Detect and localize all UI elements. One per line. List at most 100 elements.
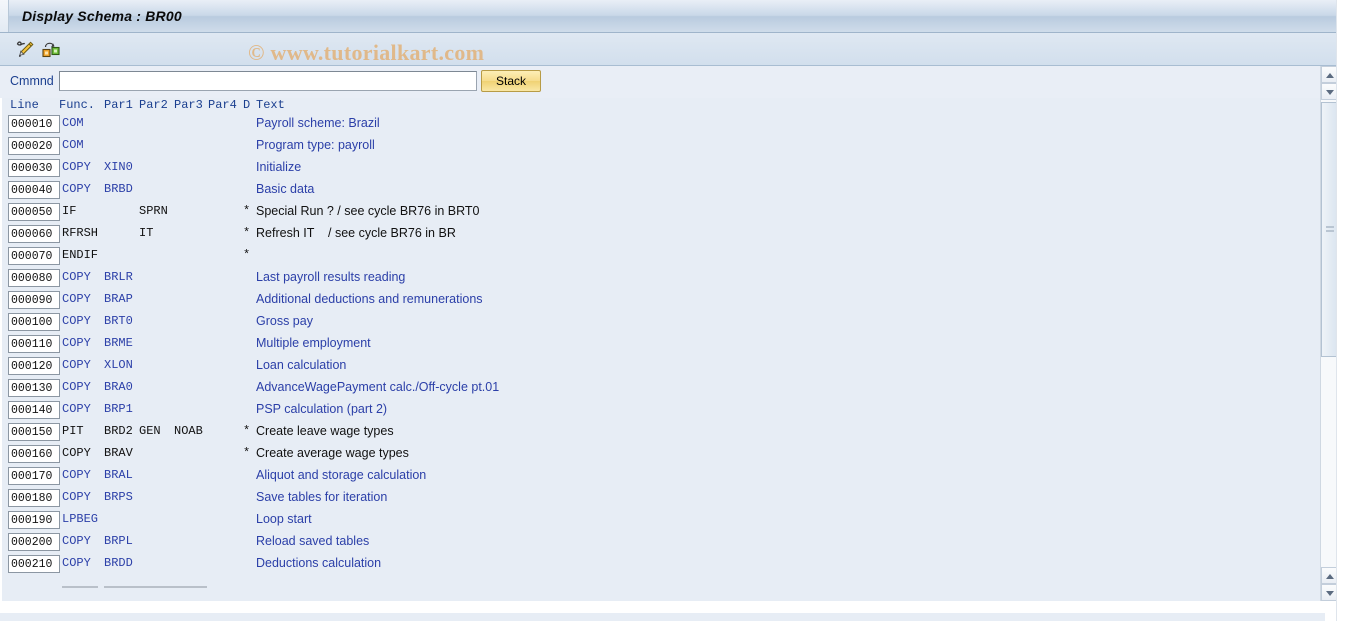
cell-func[interactable]: COPY [62, 380, 91, 394]
line-number-field[interactable]: 000110 [8, 335, 60, 353]
cell-par1[interactable]: BRD2 [104, 424, 133, 438]
cell-par1[interactable]: BRAP [104, 292, 133, 306]
line-number-field[interactable]: 000100 [8, 313, 60, 331]
cell-func[interactable]: COPY [62, 292, 91, 306]
command-input[interactable] [59, 71, 477, 91]
cell-text[interactable]: Initialize [256, 160, 301, 174]
cell-par1[interactable]: BRP1 [104, 402, 133, 416]
cell-par1[interactable]: BRAV [104, 446, 133, 460]
cell-text[interactable]: Basic data [256, 182, 314, 196]
cell-func[interactable]: COPY [62, 182, 91, 196]
table-row[interactable]: 000020 COM Program type: payroll [0, 136, 1325, 158]
cell-par1[interactable]: BRME [104, 336, 133, 350]
cell-func[interactable]: COPY [62, 446, 91, 460]
table-row[interactable]: 000170 COPY BRAL Aliquot and storage calcul… [0, 466, 1325, 488]
line-number-field[interactable]: 000090 [8, 291, 60, 309]
cell-d[interactable]: * [243, 446, 250, 460]
cell-text[interactable]: Multiple employment [256, 336, 371, 350]
table-row[interactable]: 000210 COPY BRDD Deductions calculation [0, 554, 1325, 576]
cell-text[interactable]: PSP calculation (part 2) [256, 402, 387, 416]
cell-text[interactable]: Last payroll results reading [256, 270, 405, 284]
table-row[interactable]: 000070 ENDIF * [0, 246, 1325, 268]
cell-func[interactable]: COPY [62, 270, 91, 284]
line-number-field[interactable]: 000060 [8, 225, 60, 243]
cell-par1[interactable]: BRPL [104, 534, 133, 548]
stack-button[interactable]: Stack [481, 70, 541, 92]
scroll-page-up-button[interactable] [1321, 567, 1337, 584]
cell-func[interactable]: COPY [62, 534, 91, 548]
cell-text[interactable]: Special Run ? / see cycle BR76 in BRT0 [256, 204, 480, 218]
cell-func[interactable]: COPY [62, 468, 91, 482]
line-number-field[interactable]: 000050 [8, 203, 60, 221]
cell-d[interactable]: * [243, 226, 250, 240]
cell-d[interactable]: * [243, 424, 250, 438]
line-number-field[interactable]: 000200 [8, 533, 60, 551]
table-row[interactable]: 000080 COPY BRLR Last payroll results readi… [0, 268, 1325, 290]
cell-par1[interactable]: BRBD [104, 182, 133, 196]
line-number-field[interactable]: 000080 [8, 269, 60, 287]
table-row[interactable]: 000090 COPY BRAP Additional deductions and … [0, 290, 1325, 312]
cell-par1[interactable]: BRAL [104, 468, 133, 482]
scroll-up-button[interactable] [1321, 66, 1337, 83]
line-number-field[interactable]: 000130 [8, 379, 60, 397]
cell-func[interactable]: RFRSH [62, 226, 98, 240]
line-number-field[interactable]: 000170 [8, 467, 60, 485]
cell-func[interactable]: COM [62, 138, 84, 152]
cell-par1[interactable]: BRA0 [104, 380, 133, 394]
cell-func[interactable]: IF [62, 204, 76, 218]
cell-text[interactable]: Gross pay [256, 314, 313, 328]
line-number-field[interactable]: 000190 [8, 511, 60, 529]
cell-text[interactable]: Aliquot and storage calculation [256, 468, 426, 482]
table-row[interactable]: 000060 RFRSH IT * Refresh IT / see cycle BR7… [0, 224, 1325, 246]
cell-text[interactable]: Create leave wage types [256, 424, 394, 438]
table-row[interactable]: 000100 COPY BRT0 Gross pay [0, 312, 1325, 334]
cell-par2[interactable]: SPRN [139, 204, 168, 218]
cell-func[interactable]: PIT [62, 424, 84, 438]
table-row[interactable]: 000190 LPBEG Loop start [0, 510, 1325, 532]
display-change-pencil-icon[interactable] [14, 38, 36, 60]
cell-par1[interactable]: BRLR [104, 270, 133, 284]
cell-par1[interactable]: BRDD [104, 556, 133, 570]
table-row[interactable]: 000030 COPY XIN0 Initialize [0, 158, 1325, 180]
cell-text[interactable]: Loop start [256, 512, 312, 526]
line-number-field[interactable]: 000140 [8, 401, 60, 419]
cell-text[interactable]: Create average wage types [256, 446, 409, 460]
scroll-page-down-button[interactable] [1321, 584, 1337, 601]
cell-d[interactable]: * [243, 248, 250, 262]
cell-par1[interactable]: BRT0 [104, 314, 133, 328]
cell-text[interactable]: Program type: payroll [256, 138, 375, 152]
cell-par1[interactable]: XIN0 [104, 160, 133, 174]
cell-text[interactable]: Additional deductions and remunerations [256, 292, 483, 306]
line-number-field[interactable]: 000160 [8, 445, 60, 463]
table-row[interactable]: 000130 COPY BRA0 AdvanceWagePayment calc./O… [0, 378, 1325, 400]
table-row[interactable]: 000200 COPY BRPL Reload saved tables [0, 532, 1325, 554]
line-number-field[interactable]: 000070 [8, 247, 60, 265]
cell-text[interactable]: Deductions calculation [256, 556, 381, 570]
line-number-field[interactable]: 000120 [8, 357, 60, 375]
cell-func[interactable]: COPY [62, 336, 91, 350]
line-number-field[interactable]: 000180 [8, 489, 60, 507]
cell-func[interactable]: COPY [62, 160, 91, 174]
cell-func[interactable]: LPBEG [62, 512, 98, 526]
table-row[interactable]: 000160 COPY BRAV * Create average wage types [0, 444, 1325, 466]
cell-text[interactable]: Reload saved tables [256, 534, 369, 548]
cell-par2[interactable]: IT [139, 226, 153, 240]
table-row[interactable]: 000150 PIT BRD2 GEN NOAB * Create leave wage t… [0, 422, 1325, 444]
cell-text[interactable]: AdvanceWagePayment calc./Off-cycle pt.01 [256, 380, 499, 394]
cell-text[interactable]: Loan calculation [256, 358, 346, 372]
table-row[interactable]: 000120 COPY XLON Loan calculation [0, 356, 1325, 378]
cell-func[interactable]: COPY [62, 358, 91, 372]
cell-text[interactable]: Payroll scheme: Brazil [256, 116, 380, 130]
cell-func[interactable]: COPY [62, 402, 91, 416]
cell-par1[interactable]: XLON [104, 358, 133, 372]
cell-text[interactable]: Refresh IT / see cycle BR76 in BR [256, 226, 456, 240]
line-number-field[interactable]: 000030 [8, 159, 60, 177]
structure-navigation-icon[interactable] [40, 38, 62, 60]
table-row[interactable]: 000040 COPY BRBD Basic data [0, 180, 1325, 202]
cell-func[interactable]: COPY [62, 490, 91, 504]
line-number-field[interactable]: 000020 [8, 137, 60, 155]
table-row[interactable]: 000110 COPY BRME Multiple employment [0, 334, 1325, 356]
table-row[interactable]: 000180 COPY BRPS Save tables for iteration [0, 488, 1325, 510]
line-number-field[interactable]: 000150 [8, 423, 60, 441]
vertical-scrollbar[interactable] [1320, 66, 1337, 601]
